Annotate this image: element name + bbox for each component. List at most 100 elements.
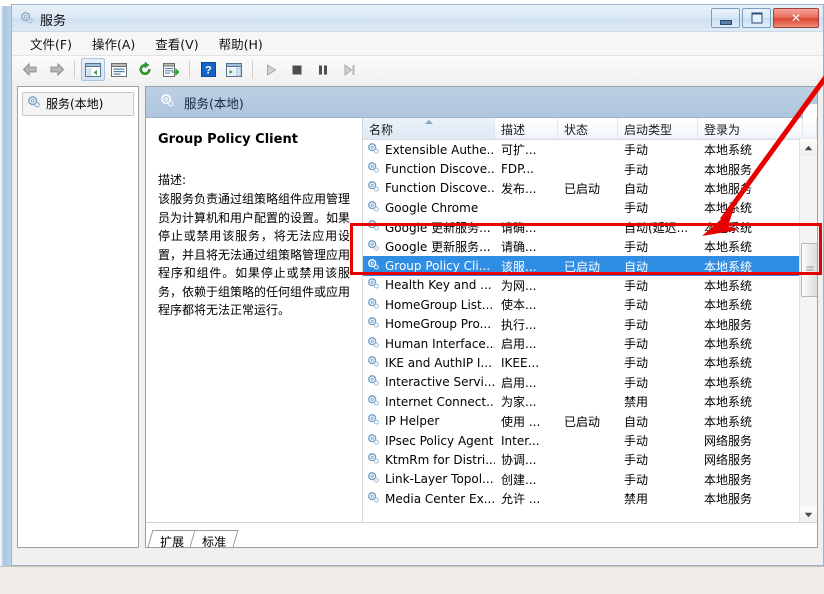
service-name-label: Link-Layer Topol... bbox=[385, 472, 494, 486]
column-header-label: 状态 bbox=[564, 123, 588, 137]
results-pane-header: 服务(本地) bbox=[146, 87, 817, 118]
table-row[interactable]: IKE and AuthIP I...IKEE...手动本地系统 bbox=[363, 353, 817, 372]
cell-description: 请确... bbox=[495, 219, 558, 236]
services-list: 名称描述 状态 启动类型 登录为 Extensible Authe...可扩...手动… bbox=[362, 118, 817, 523]
scroll-down-button[interactable] bbox=[800, 506, 817, 523]
column-header-label: 描述 bbox=[501, 123, 525, 137]
menu-help[interactable]: 帮助(H) bbox=[209, 31, 273, 56]
table-row[interactable]: Human Interface...启用...手动本地系统 bbox=[363, 334, 817, 353]
service-name-label: Google Chrome bbox=[385, 201, 478, 215]
table-row[interactable]: Group Policy Cli...该服...已启动自动本地系统 bbox=[363, 256, 817, 275]
column-header-startup[interactable]: 启动类型 bbox=[618, 118, 698, 139]
desktop-bottom-strip bbox=[0, 566, 824, 594]
minimize-button[interactable] bbox=[711, 8, 740, 28]
menu-action[interactable]: 操作(A) bbox=[82, 31, 145, 56]
cell-logon: 本地系统 bbox=[698, 354, 803, 371]
service-name-label: Function Discove... bbox=[385, 162, 495, 176]
cell-description: IKEE... bbox=[495, 356, 558, 370]
column-header-logon[interactable]: 登录为 bbox=[698, 118, 803, 139]
service-name-label: IP Helper bbox=[385, 414, 439, 428]
cell-status: 已启动 bbox=[558, 180, 618, 197]
services-gear-icon bbox=[27, 95, 41, 112]
table-row[interactable]: Function Discove...发布...已启动自动本地服务 bbox=[363, 179, 817, 198]
close-button[interactable]: ✕ bbox=[773, 8, 819, 28]
properties-button[interactable] bbox=[107, 58, 131, 81]
console-view-button[interactable] bbox=[222, 58, 246, 81]
service-name-label: Interactive Servi... bbox=[385, 375, 495, 389]
show-hide-tree-button[interactable] bbox=[81, 58, 105, 81]
menu-file[interactable]: 文件(F) bbox=[20, 31, 82, 56]
table-row[interactable]: HomeGroup Pro...执行...手动本地服务 bbox=[363, 315, 817, 334]
cell-name: Function Discove... bbox=[363, 161, 495, 177]
column-header-label: 登录为 bbox=[704, 123, 740, 137]
column-header-label: 启动类型 bbox=[624, 123, 672, 137]
scroll-up-button[interactable] bbox=[800, 139, 817, 156]
tree-node-services-local[interactable]: 服务(本地) bbox=[22, 92, 134, 116]
back-button[interactable] bbox=[18, 58, 42, 81]
menu-view[interactable]: 查看(V) bbox=[145, 31, 208, 56]
cell-description: 使本... bbox=[495, 296, 558, 313]
table-row[interactable]: Google 更新服务...请确...手动本地系统 bbox=[363, 237, 817, 256]
maximize-icon bbox=[751, 13, 762, 24]
cell-startup: 禁用 bbox=[618, 393, 698, 410]
cell-startup: 自动 bbox=[618, 180, 698, 197]
table-row[interactable]: Extensible Authe...可扩...手动本地系统 bbox=[363, 140, 817, 159]
services-list-header: 名称描述 状态 启动类型 登录为 bbox=[363, 118, 817, 140]
cell-startup: 自动 bbox=[618, 413, 698, 430]
scroll-thumb[interactable] bbox=[801, 243, 817, 297]
table-row[interactable]: Internet Connect...为家...禁用本地系统 bbox=[363, 392, 817, 411]
stop-service-button[interactable] bbox=[285, 58, 309, 81]
table-row[interactable]: Health Key and ...为网...手动本地系统 bbox=[363, 276, 817, 295]
table-row[interactable]: Media Center Ex...允许 ...禁用本地服务 bbox=[363, 489, 817, 508]
table-row[interactable]: KtmRm for Distri...协调...手动网络服务 bbox=[363, 450, 817, 469]
view-tabs: 扩展 标准 bbox=[146, 522, 817, 547]
pause-service-button[interactable] bbox=[311, 58, 335, 81]
cell-startup: 禁用 bbox=[618, 490, 698, 507]
help-button[interactable]: ? bbox=[196, 58, 220, 81]
cell-logon: 本地系统 bbox=[698, 141, 803, 158]
cell-name: HomeGroup Pro... bbox=[363, 316, 495, 332]
service-gear-icon bbox=[367, 258, 380, 274]
window-titlebar[interactable]: 服务 ✕ bbox=[12, 5, 823, 32]
results-pane-title: 服务(本地) bbox=[184, 93, 244, 112]
cell-startup: 手动 bbox=[618, 277, 698, 294]
cell-description: 发布... bbox=[495, 180, 558, 197]
table-row[interactable]: Google 更新服务...请确...自动(延迟...本地系统 bbox=[363, 218, 817, 237]
service-name-label: Media Center Ex... bbox=[385, 492, 495, 506]
detail-description-text: 该服务负责通过组策略组件应用管理员为计算机和用户配置的设置。如果停止或禁用该服务… bbox=[158, 190, 350, 320]
table-row[interactable]: Function Discove...FDP...手动本地服务 bbox=[363, 159, 817, 178]
tree-node-label: 服务(本地) bbox=[46, 95, 103, 112]
cell-name: Group Policy Cli... bbox=[363, 258, 495, 274]
tab-standard[interactable]: 标准 bbox=[190, 530, 239, 547]
table-row[interactable]: Link-Layer Topol...创建...手动本地服务 bbox=[363, 470, 817, 489]
column-header-spacer[interactable] bbox=[803, 118, 817, 139]
column-header-name[interactable]: 名称 bbox=[363, 118, 495, 139]
cell-startup: 手动 bbox=[618, 316, 698, 333]
refresh-button[interactable] bbox=[133, 58, 157, 81]
toolbar: ? bbox=[12, 56, 823, 84]
cell-name: Google Chrome bbox=[363, 200, 495, 216]
cell-logon: 本地系统 bbox=[698, 219, 803, 236]
column-header-description[interactable]: 描述 bbox=[495, 118, 558, 139]
cell-logon: 本地服务 bbox=[698, 161, 803, 178]
services-list-scrollbar[interactable] bbox=[799, 139, 817, 523]
cell-logon: 本地服务 bbox=[698, 180, 803, 197]
table-row[interactable]: IPsec Policy AgentInter...手动网络服务 bbox=[363, 431, 817, 450]
table-row[interactable]: Interactive Servi...启用...手动本地系统 bbox=[363, 373, 817, 392]
restart-service-button[interactable] bbox=[337, 58, 361, 81]
maximize-button[interactable] bbox=[742, 8, 771, 28]
cell-startup: 手动 bbox=[618, 141, 698, 158]
table-row[interactable]: Google Chrome手动本地系统 bbox=[363, 198, 817, 217]
cell-logon: 本地系统 bbox=[698, 258, 803, 275]
forward-button[interactable] bbox=[44, 58, 68, 81]
column-header-status[interactable]: 状态 bbox=[558, 118, 618, 139]
table-row[interactable]: HomeGroup List...使本...手动本地系统 bbox=[363, 295, 817, 314]
cell-startup: 手动 bbox=[618, 238, 698, 255]
start-service-button[interactable] bbox=[259, 58, 283, 81]
cell-logon: 本地系统 bbox=[698, 393, 803, 410]
table-row[interactable]: IP Helper使用 ...已启动自动本地系统 bbox=[363, 411, 817, 430]
service-gear-icon bbox=[367, 491, 380, 507]
export-list-button[interactable] bbox=[159, 58, 183, 81]
svg-text:?: ? bbox=[205, 65, 212, 77]
cell-startup: 手动 bbox=[618, 199, 698, 216]
